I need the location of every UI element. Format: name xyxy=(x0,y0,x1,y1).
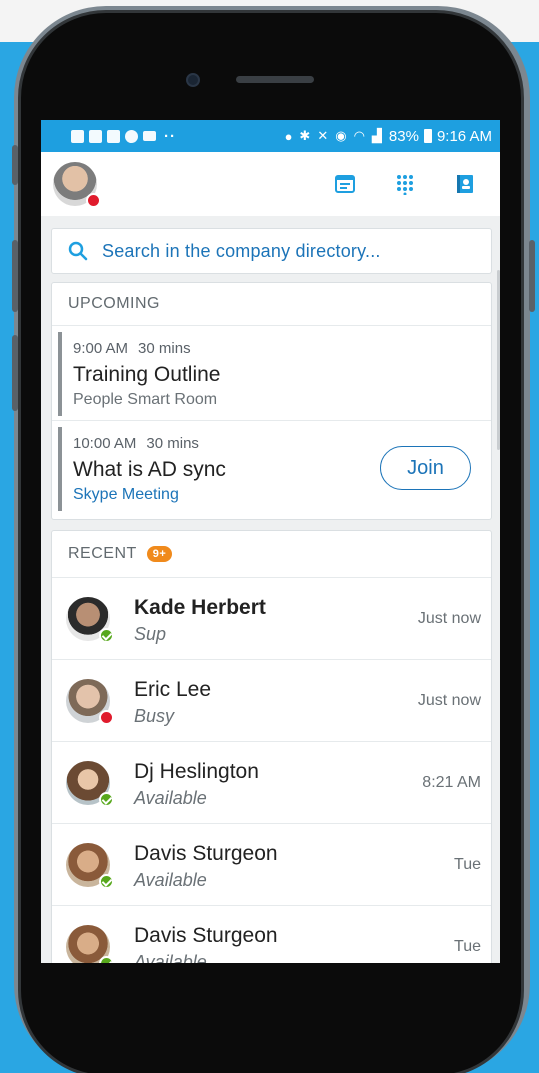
contact-time: Just now xyxy=(417,692,481,709)
app-screen: ·· ● ✱ ✕ ◉ ◠ ▟ 83% 9:16 AM Search in the… xyxy=(41,120,500,963)
upcoming-card: UPCOMING 9:00 AM 30 mins Training Outline… xyxy=(51,282,492,520)
available-status-dot xyxy=(99,956,114,963)
battery-percent: 83% xyxy=(388,127,419,145)
contact-row[interactable]: Davis Sturgeon Available Tue xyxy=(52,823,491,905)
meeting-time: 9:00 AM xyxy=(73,340,129,357)
search-input[interactable]: Search in the company directory... xyxy=(102,241,381,262)
scrollbar[interactable] xyxy=(497,270,500,450)
avatar xyxy=(66,597,114,643)
battery-icon xyxy=(423,129,432,143)
contacts-icon[interactable] xyxy=(454,173,476,195)
contact-time: Tue xyxy=(454,938,481,955)
contact-name: Davis Sturgeon xyxy=(134,924,278,947)
side-button-volume-up xyxy=(12,240,18,312)
meeting-duration: 30 mins xyxy=(146,435,199,452)
search-icon xyxy=(68,241,88,261)
wifi-icon: ◠ xyxy=(353,128,365,143)
meeting-item[interactable]: 10:00 AM 30 mins What is AD sync Skype Me… xyxy=(52,420,491,515)
contact-name: Davis Sturgeon xyxy=(134,842,278,865)
location-icon: ● xyxy=(284,128,293,144)
more-notifications: ·· xyxy=(164,127,176,145)
mail-icon xyxy=(143,131,156,141)
meeting-duration: 30 mins xyxy=(138,340,191,357)
event-indicator xyxy=(58,427,62,511)
meeting-location: People Smart Room xyxy=(73,391,218,408)
busy-status-dot xyxy=(99,710,114,725)
available-status-dot xyxy=(99,628,114,643)
contact-time: Just now xyxy=(417,610,481,627)
contact-row[interactable]: Kade Herbert Sup Just now xyxy=(52,577,491,659)
contact-name: Kade Herbert xyxy=(134,596,266,619)
unread-badge: 9+ xyxy=(146,546,173,562)
contact-status: Available xyxy=(134,788,207,808)
app-bar xyxy=(41,152,500,216)
facebook-icon-2 xyxy=(89,129,102,143)
meetings-icon[interactable] xyxy=(334,173,356,195)
avatar xyxy=(66,761,114,807)
side-button-volume-down xyxy=(12,335,18,411)
dialpad-icon[interactable] xyxy=(394,173,416,195)
contact-time: 8:21 AM xyxy=(422,774,481,791)
avatar xyxy=(66,679,114,725)
earpiece-speaker xyxy=(236,76,314,83)
contact-status: Busy xyxy=(134,706,175,726)
avatar xyxy=(66,925,114,963)
signal-icon: ▟ xyxy=(371,128,382,143)
contact-row[interactable]: Eric Lee Busy Just now xyxy=(52,659,491,741)
contact-time: Tue xyxy=(454,856,481,873)
recent-header: RECENT 9+ xyxy=(52,531,491,577)
contact-name: Dj Heslington xyxy=(134,760,259,783)
alarm-icon: ◉ xyxy=(335,128,347,143)
avatar xyxy=(66,843,114,889)
side-button-power xyxy=(529,240,535,312)
status-bar: ·· ● ✱ ✕ ◉ ◠ ▟ 83% 9:16 AM xyxy=(41,120,500,152)
contact-status: Sup xyxy=(134,624,167,644)
contact-status: Available xyxy=(134,870,207,890)
contact-row[interactable]: Davis Sturgeon Available Tue xyxy=(52,905,491,963)
front-camera xyxy=(186,73,200,87)
upcoming-heading: UPCOMING xyxy=(68,295,160,312)
busy-status-dot xyxy=(86,193,101,208)
join-button[interactable]: Join xyxy=(380,446,471,490)
event-indicator xyxy=(58,332,62,416)
recent-card: RECENT 9+ Kade Herbert Sup Just now Eric… xyxy=(51,530,492,963)
mute-icon: ✕ xyxy=(317,128,329,143)
bluetooth-icon: ✱ xyxy=(299,128,311,143)
available-status-dot xyxy=(99,792,114,807)
meeting-item[interactable]: 9:00 AM 30 mins Training Outline People S… xyxy=(52,325,491,420)
linkedin-icon xyxy=(107,129,120,143)
my-avatar[interactable] xyxy=(53,162,101,208)
meeting-title: Training Outline xyxy=(73,363,221,386)
search-bar[interactable]: Search in the company directory... xyxy=(51,228,492,274)
facebook-icon xyxy=(71,129,84,143)
clock: 9:16 AM xyxy=(436,127,492,145)
skype-icon xyxy=(125,129,138,143)
contact-status: Available xyxy=(134,952,207,963)
recent-heading: RECENT xyxy=(68,545,137,562)
contact-row[interactable]: Dj Heslington Available 8:21 AM xyxy=(52,741,491,823)
meeting-time: 10:00 AM xyxy=(73,435,137,452)
available-status-dot xyxy=(99,874,114,889)
contact-name: Eric Lee xyxy=(134,678,212,701)
side-button-mute xyxy=(12,145,18,185)
